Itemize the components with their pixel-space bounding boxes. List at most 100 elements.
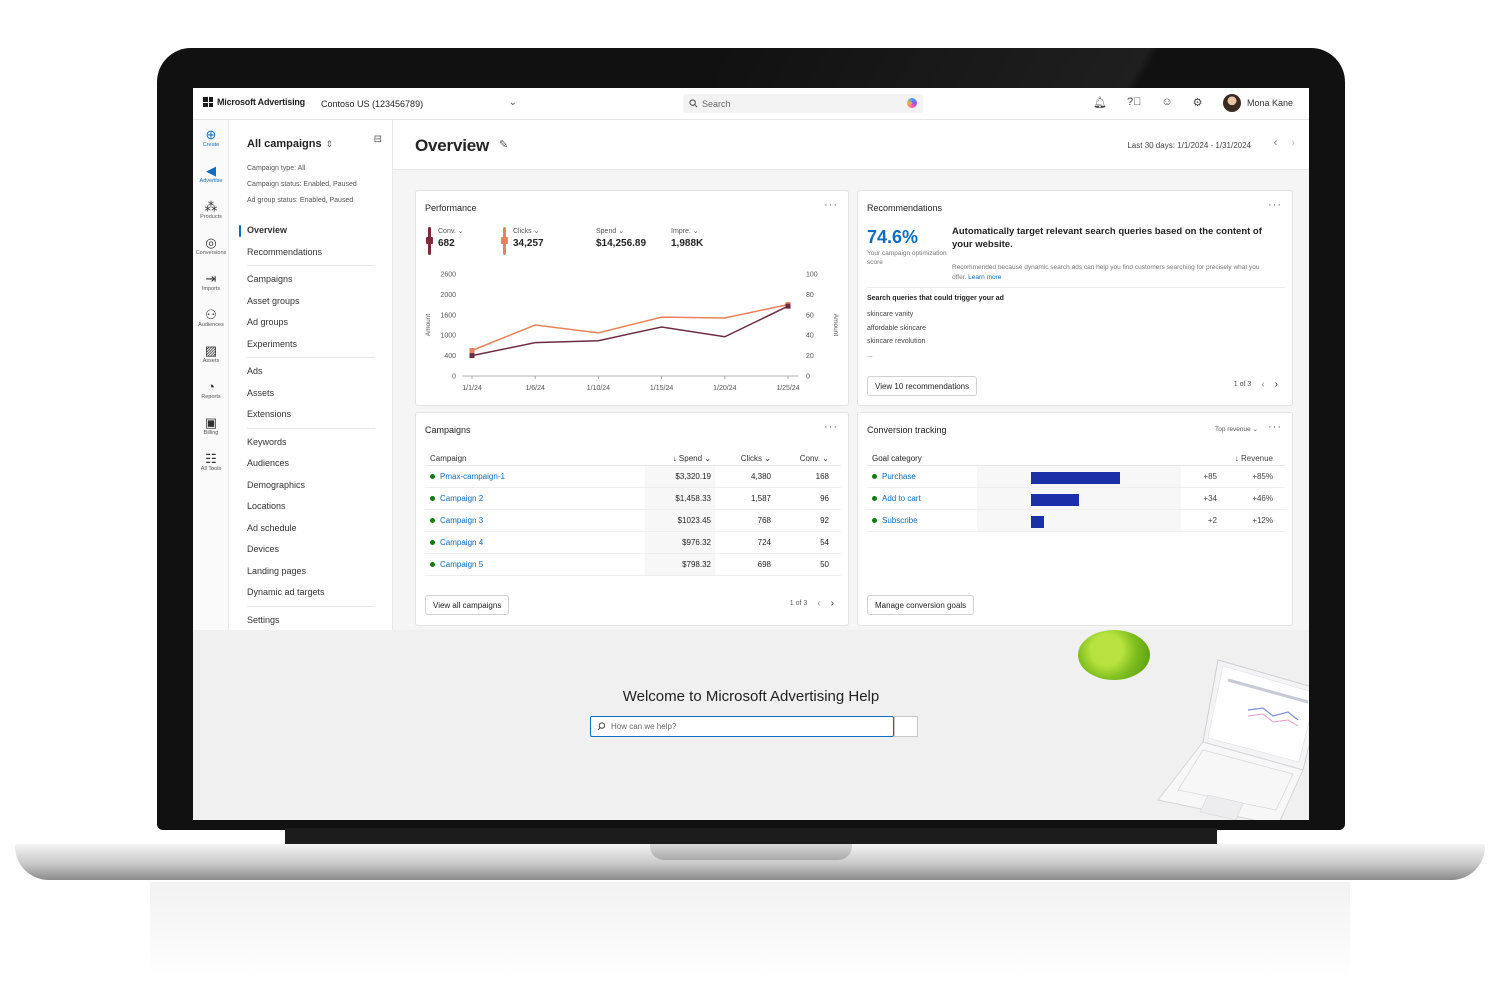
clicks-cell: 1,587 bbox=[750, 494, 771, 503]
view-recommendations-button[interactable]: View 10 recommendations bbox=[867, 376, 978, 396]
rail-item-assets[interactable]: ▨ Assets bbox=[193, 336, 229, 372]
nav-item-ad-schedule[interactable]: Ad schedule bbox=[229, 518, 393, 540]
rail-item-reports[interactable]: ◔ Reports bbox=[193, 372, 229, 408]
campaign-link[interactable]: Campaign 5 bbox=[440, 560, 483, 569]
y-tick-label: 1600 bbox=[440, 312, 456, 319]
nav-item-dynamic-ad-targets[interactable]: Dynamic ad targets bbox=[229, 582, 393, 604]
help-search-input[interactable]: How can we help? bbox=[590, 716, 894, 737]
rail-label: Imports bbox=[201, 286, 221, 292]
table-header: Campaign ↓ Spend ⌄ Clicks ⌄ Conv. ⌄ bbox=[425, 451, 841, 466]
nav-item-landing-pages[interactable]: Landing pages bbox=[229, 561, 393, 583]
col-campaign[interactable]: Campaign bbox=[425, 454, 645, 463]
query-list: skincare vanity affordable skincare skin… bbox=[867, 308, 926, 362]
more-icon[interactable]: ··· bbox=[824, 199, 838, 211]
search-input[interactable]: Search bbox=[683, 94, 923, 113]
metric-impressions[interactable]: Impre. ⌄ 1,988K bbox=[659, 227, 734, 249]
rail-item-all-tools[interactable]: ☷ All Tools bbox=[193, 444, 229, 480]
help-icon[interactable]: ?⃝ bbox=[1127, 96, 1141, 109]
nav-item-locations[interactable]: Locations bbox=[229, 496, 393, 518]
metric-spend[interactable]: Spend ⌄ $14,256.89 bbox=[584, 227, 659, 249]
more-icon[interactable]: ··· bbox=[1268, 421, 1282, 433]
brand[interactable]: Microsoft Advertising bbox=[203, 97, 305, 107]
campaign-link[interactable]: Campaign 4 bbox=[440, 538, 483, 547]
col-label: Clicks bbox=[740, 453, 763, 463]
col-revenue[interactable]: ↓ Revenue bbox=[1217, 454, 1277, 463]
nav-item-extensions[interactable]: Extensions bbox=[229, 404, 393, 426]
rail-item-audiences[interactable]: ⚇ Audiences bbox=[193, 300, 229, 336]
col-label: Revenue bbox=[1240, 453, 1273, 463]
more-icon[interactable]: ··· bbox=[824, 421, 838, 433]
nav-item-assets[interactable]: Assets bbox=[229, 383, 393, 405]
scope-selector[interactable]: All campaigns ⇕ bbox=[247, 138, 333, 150]
nav-item-settings[interactable]: Settings bbox=[229, 610, 393, 632]
reports-icon: ◔ bbox=[207, 379, 215, 394]
col-goal-category[interactable]: Goal category bbox=[867, 454, 977, 463]
nav-item-ad-groups[interactable]: Ad groups bbox=[229, 312, 393, 334]
nav-item-devices[interactable]: Devices bbox=[229, 539, 393, 561]
sort-select[interactable]: Top revenue ⌄ bbox=[1215, 425, 1258, 433]
target-icon: ◎ bbox=[205, 235, 217, 250]
col-clicks[interactable]: Clicks ⌄ bbox=[715, 454, 775, 463]
metric-label: Spend bbox=[596, 228, 617, 235]
campaign-link[interactable]: Campaign 2 bbox=[440, 494, 483, 503]
goal-link[interactable]: Subscribe bbox=[882, 516, 918, 525]
rail-item-products[interactable]: ⁂ Products bbox=[193, 192, 229, 228]
goal-link[interactable]: Add to cart bbox=[882, 494, 921, 503]
account-selector[interactable]: Contoso US (123456789) ⌄ bbox=[313, 94, 523, 114]
metric-clicks[interactable]: Clicks ⌄ 34,257 bbox=[501, 227, 576, 255]
learn-more-link[interactable]: Learn more bbox=[968, 274, 1001, 281]
more-icon[interactable]: ··· bbox=[1268, 199, 1282, 211]
view-all-campaigns-button[interactable]: View all campaigns bbox=[425, 595, 510, 615]
nav-item-campaigns[interactable]: Campaigns bbox=[229, 269, 393, 291]
goal-link[interactable]: Purchase bbox=[882, 472, 916, 481]
copilot-icon[interactable] bbox=[907, 98, 917, 108]
chevron-left-icon[interactable]: ‹ bbox=[1261, 379, 1264, 390]
search-placeholder: Search bbox=[702, 98, 731, 109]
rail-item-conversions[interactable]: ◎ Conversions bbox=[193, 228, 229, 264]
metric-label: Clicks bbox=[513, 228, 532, 235]
nav-item-demographics[interactable]: Demographics bbox=[229, 475, 393, 497]
metric-name: Spend ⌄ bbox=[596, 228, 625, 235]
chevron-right-icon[interactable]: › bbox=[1291, 137, 1295, 149]
help-search-button[interactable] bbox=[894, 716, 918, 737]
pager-text: 1 of 3 bbox=[789, 600, 808, 607]
col-label: Spend bbox=[678, 454, 703, 463]
rail-item-imports[interactable]: ⇥ Imports bbox=[193, 264, 229, 300]
manage-conversion-goals-button[interactable]: Manage conversion goals bbox=[867, 595, 975, 615]
rail-item-billing[interactable]: ▣ Billing bbox=[193, 408, 229, 444]
campaign-link[interactable]: Pmax-campaign-1 bbox=[440, 472, 505, 481]
nav-item-keywords[interactable]: Keywords bbox=[229, 432, 393, 454]
gear-icon[interactable]: ⚙︎ bbox=[1193, 96, 1203, 109]
col-conv[interactable]: Conv. ⌄ bbox=[775, 454, 833, 463]
chevron-left-icon[interactable]: ‹ bbox=[1274, 137, 1278, 149]
feedback-icon[interactable]: ☺︎ bbox=[1161, 96, 1172, 109]
date-range[interactable]: Last 30 days: 1/1/2024 - 1/31/2024 bbox=[1127, 141, 1251, 150]
metric-selectors: Conv. ⌄ 682 Clicks ⌄ 34,257 Spend ⌄ $14,… bbox=[426, 227, 734, 255]
chevron-right-icon[interactable]: › bbox=[831, 598, 834, 609]
nav-item-overview[interactable]: Overview bbox=[229, 220, 393, 242]
edit-icon[interactable]: ✎ bbox=[499, 138, 508, 151]
collapse-panel-icon[interactable]: ⊟ bbox=[374, 134, 382, 145]
metric-value: 34,257 bbox=[513, 238, 544, 249]
nav-item-recommendations[interactable]: Recommendations bbox=[229, 242, 393, 264]
filter-ad-group-status: Ad group status: Enabled, Paused bbox=[247, 197, 354, 204]
campaign-link[interactable]: Campaign 3 bbox=[440, 516, 483, 525]
table-row: Campaign 5 $798.32 698 50 bbox=[425, 554, 841, 576]
nav-item-ads[interactable]: Ads bbox=[229, 361, 393, 383]
nav-divider bbox=[247, 357, 375, 358]
bell-icon[interactable]: 🔔︎ bbox=[1093, 96, 1107, 109]
chevron-right-icon[interactable]: › bbox=[1275, 379, 1278, 390]
rail-item-advertise[interactable]: ◀ Advertise bbox=[193, 156, 229, 192]
nav-item-asset-groups[interactable]: Asset groups bbox=[229, 291, 393, 313]
metric-conv[interactable]: Conv. ⌄ 682 bbox=[426, 227, 501, 255]
rail-item-create[interactable]: ⊕ Create bbox=[193, 120, 229, 156]
pct-cell: +85% bbox=[1252, 472, 1273, 481]
user-menu[interactable]: Mona Kane bbox=[1223, 94, 1293, 112]
revenue-bar bbox=[1031, 472, 1120, 484]
chevron-left-icon[interactable]: ‹ bbox=[817, 598, 820, 609]
table-row: Campaign 4 $976.32 724 54 bbox=[425, 532, 841, 554]
col-spend[interactable]: ↓ Spend ⌄ bbox=[645, 451, 715, 465]
nav-item-audiences[interactable]: Audiences bbox=[229, 453, 393, 475]
chevron-down-icon: ⌄ bbox=[508, 97, 517, 108]
nav-item-experiments[interactable]: Experiments bbox=[229, 334, 393, 356]
